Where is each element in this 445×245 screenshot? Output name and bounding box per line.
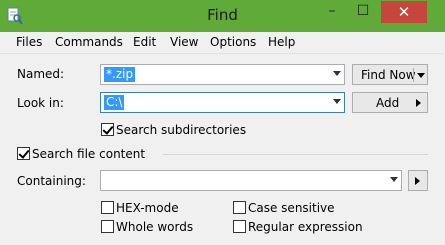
named-label: Named:	[17, 67, 65, 81]
whole-words-label[interactable]: Whole words	[116, 220, 193, 234]
case-sensitive-checkbox[interactable]	[233, 201, 246, 214]
lookin-combobox[interactable]: C:\	[100, 92, 345, 113]
containing-menu-button[interactable]	[408, 170, 428, 191]
section-divider	[163, 154, 428, 155]
split-divider	[413, 68, 414, 82]
containing-label: Containing:	[17, 174, 86, 188]
named-value[interactable]: *.zip	[104, 67, 136, 82]
menu-edit[interactable]: Edit	[133, 35, 156, 49]
search-subdirectories-checkbox[interactable]	[101, 123, 114, 136]
whole-words-checkbox[interactable]	[101, 220, 114, 233]
find-now-label: Find Now	[361, 68, 416, 82]
hex-mode-checkbox[interactable]	[101, 201, 114, 214]
lookin-value[interactable]: C:\	[104, 95, 125, 110]
minimize-button[interactable]: –	[317, 1, 347, 23]
search-file-content-checkbox[interactable]	[17, 147, 30, 160]
menu-options[interactable]: Options	[210, 35, 256, 49]
chevron-down-icon[interactable]	[417, 73, 425, 78]
window-title: Find	[207, 6, 238, 24]
lookin-label: Look in:	[17, 96, 64, 110]
chevron-down-icon[interactable]	[333, 99, 341, 104]
chevron-down-icon[interactable]	[390, 177, 398, 182]
named-combobox[interactable]: *.zip	[100, 64, 345, 85]
search-subdirectories-label[interactable]: Search subdirectories	[116, 123, 246, 137]
chevron-right-icon	[416, 99, 421, 107]
add-button[interactable]: Add	[352, 92, 428, 113]
menu-files[interactable]: Files	[16, 35, 42, 49]
menu-view[interactable]: View	[170, 35, 198, 49]
search-file-content-label[interactable]: Search file content	[32, 147, 145, 161]
menu-commands[interactable]: Commands	[55, 35, 123, 49]
hex-mode-label[interactable]: HEX-mode	[116, 201, 179, 215]
chevron-down-icon[interactable]	[333, 71, 341, 76]
containing-combobox[interactable]	[100, 170, 402, 191]
close-button[interactable]: ✕	[381, 1, 427, 23]
add-label: Add	[376, 96, 400, 110]
menu-help[interactable]: Help	[268, 35, 295, 49]
regular-expression-label[interactable]: Regular expression	[248, 220, 363, 234]
check-icon	[102, 123, 114, 135]
chevron-right-icon	[415, 177, 420, 185]
check-icon	[18, 147, 30, 159]
case-sensitive-label[interactable]: Case sensitive	[248, 201, 335, 215]
maximize-button[interactable]: ☐	[348, 1, 378, 23]
find-now-button[interactable]: Find Now	[352, 64, 428, 85]
regular-expression-checkbox[interactable]	[233, 220, 246, 233]
